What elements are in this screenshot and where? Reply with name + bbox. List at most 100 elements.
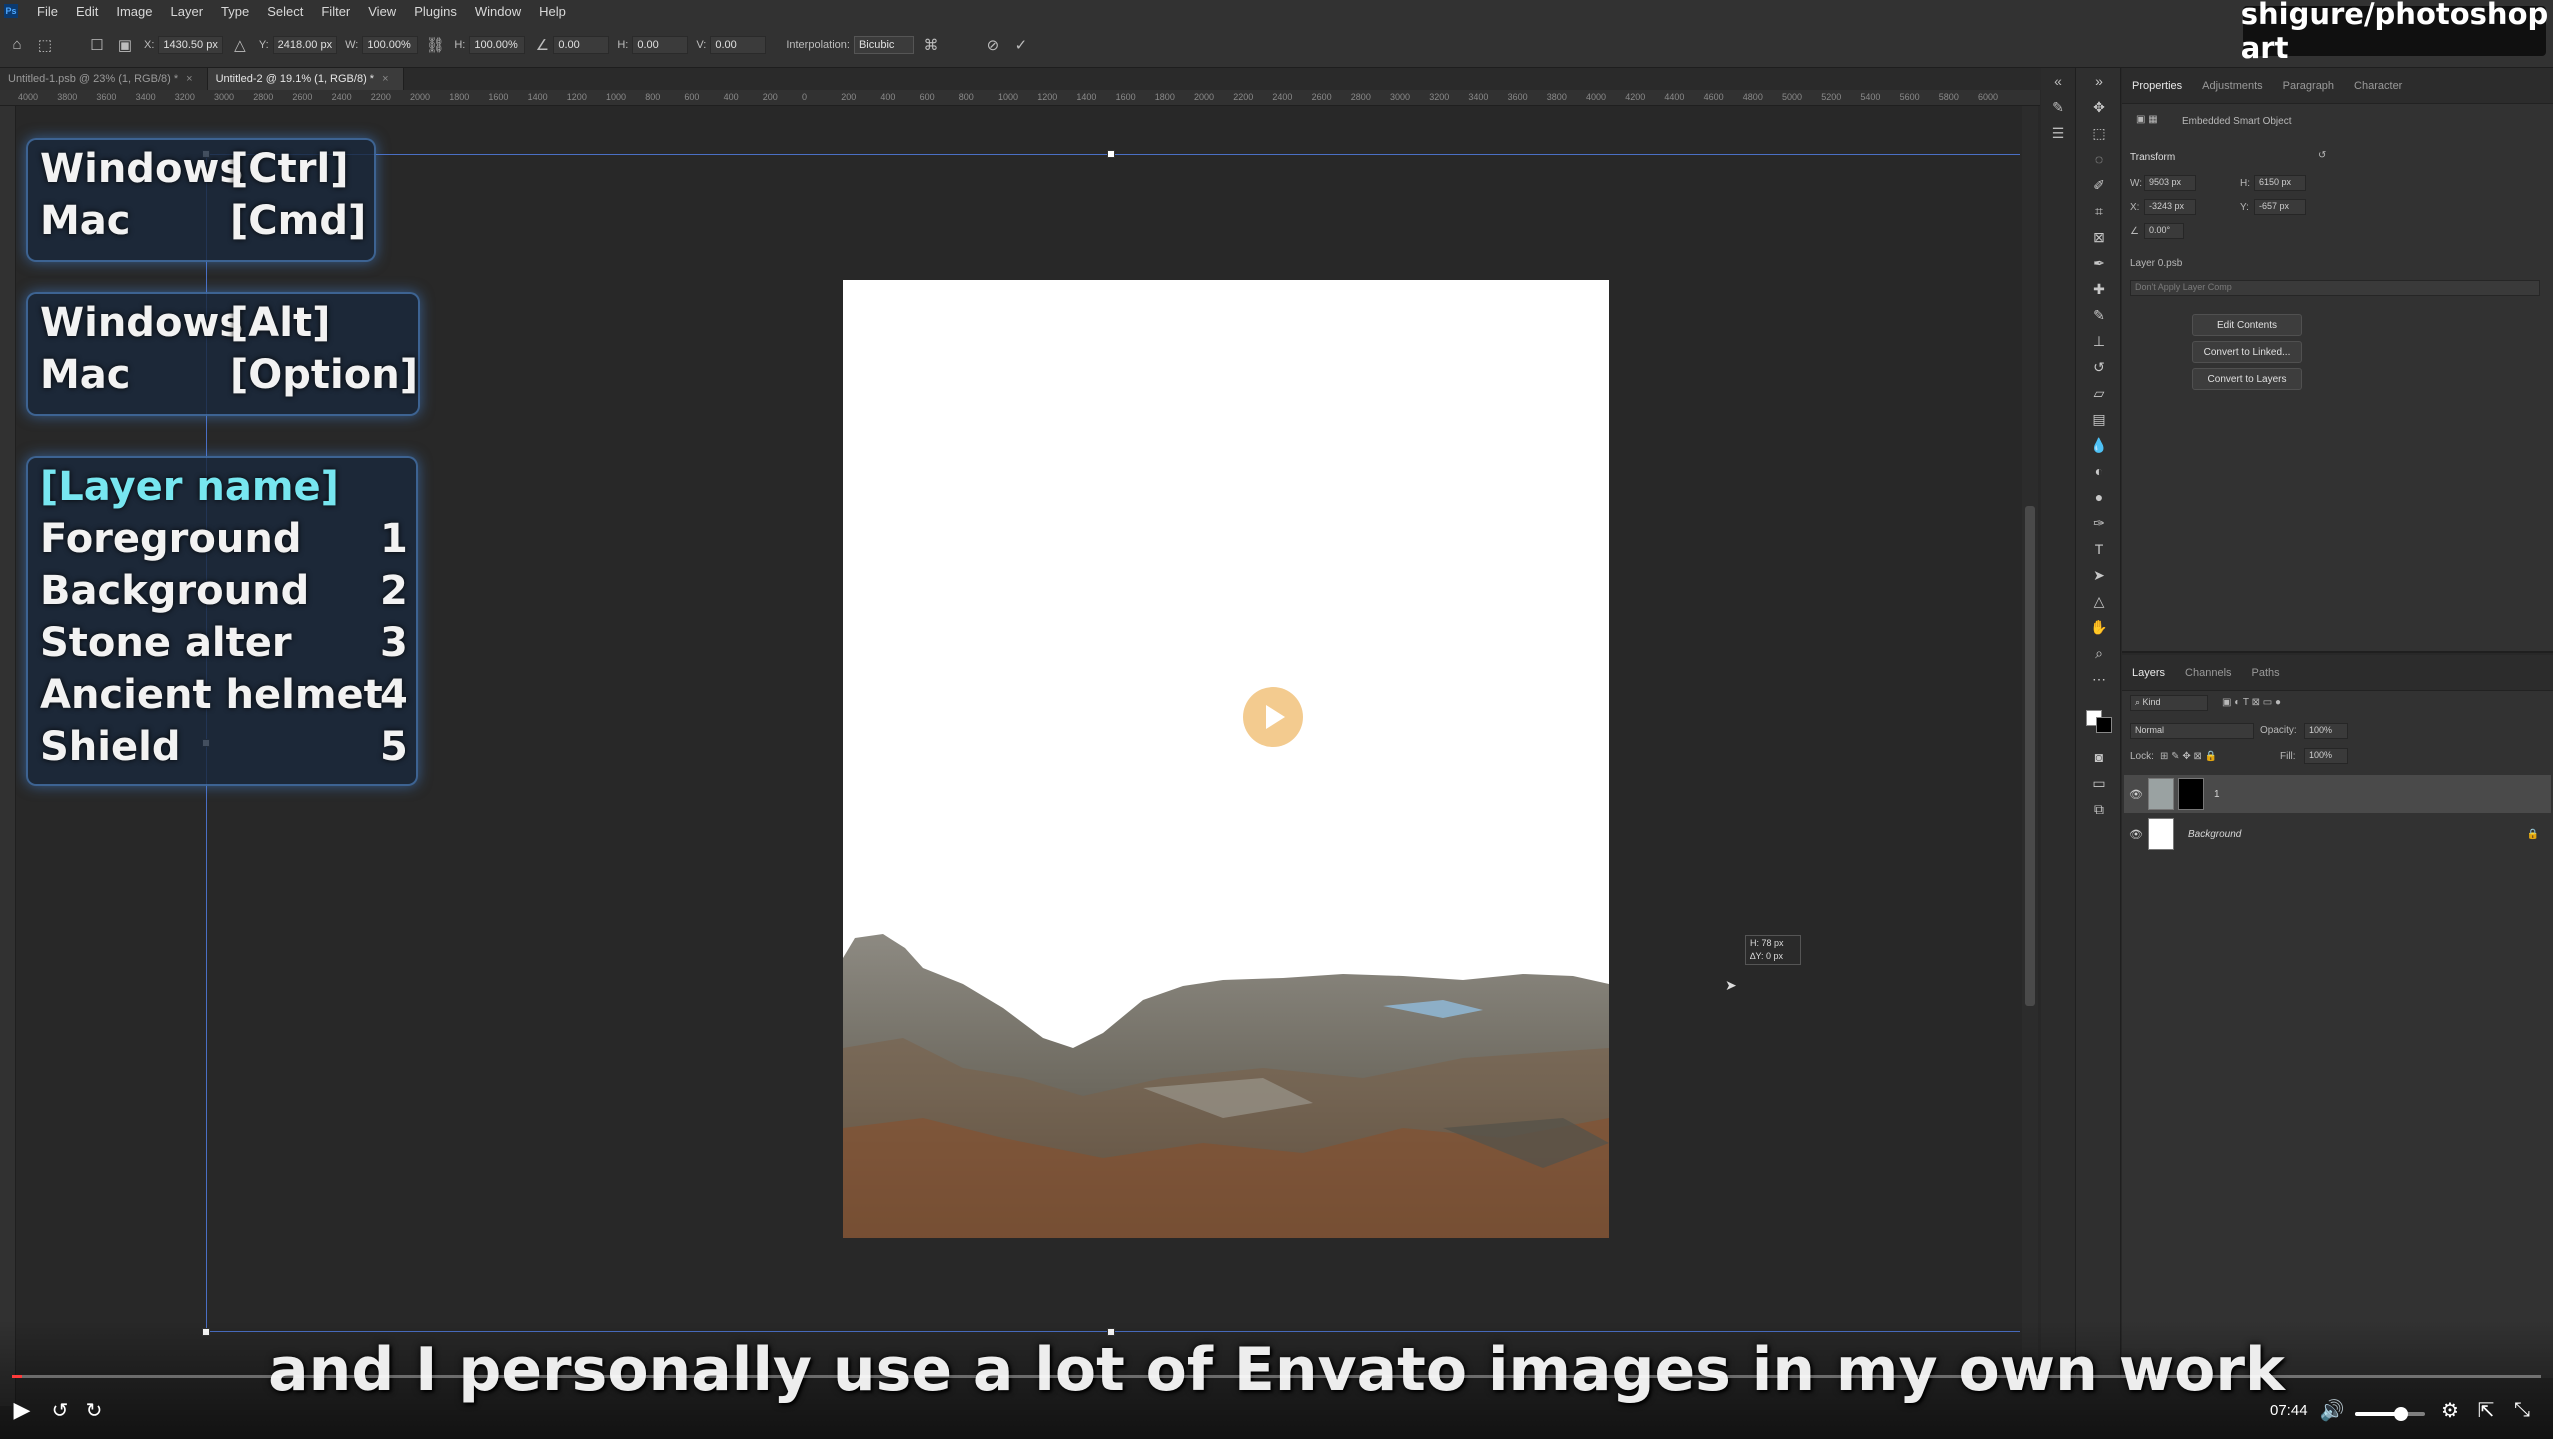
eraser-tool-icon[interactable]: ▱ <box>2076 380 2122 406</box>
fill-field[interactable]: 100% <box>2304 748 2348 764</box>
quick-select-tool-icon[interactable]: ✐ <box>2076 172 2122 198</box>
width-field[interactable]: 100.00% <box>362 35 419 54</box>
props-y-field[interactable]: -657 px <box>2254 199 2306 215</box>
reference-point-icon[interactable]: ▣ <box>114 34 136 56</box>
fullscreen-exit-icon[interactable]: ⤡ <box>2508 1396 2536 1424</box>
crop-tool-icon[interactable]: ⌗ <box>2076 198 2122 224</box>
close-icon[interactable]: × <box>382 73 388 85</box>
volume-icon[interactable]: 🔊 <box>2318 1396 2346 1424</box>
convert-to-layers-button[interactable]: Convert to Layers <box>2192 368 2302 390</box>
video-progress-bar[interactable] <box>12 1375 2541 1378</box>
angle-field[interactable]: 0.00 <box>553 35 610 54</box>
visibility-eye-icon[interactable]: 👁 <box>2124 788 2148 801</box>
blur-tool-icon[interactable]: 💧 <box>2076 432 2122 458</box>
scrollbar-thumb[interactable] <box>2025 506 2035 1006</box>
healing-brush-tool-icon[interactable]: ✚ <box>2076 276 2122 302</box>
commit-transform-icon[interactable]: ✓ <box>1010 34 1032 56</box>
hand-tool-icon[interactable]: ✋ <box>2076 614 2122 640</box>
screen-mode-icon[interactable]: ▭ <box>2076 770 2122 796</box>
tab-untitled-1[interactable]: Untitled-1.psb @ 23% (1, RGB/8) * × <box>0 68 208 90</box>
tab-properties[interactable]: Properties <box>2122 80 2192 92</box>
brush-tool-icon[interactable]: ✎ <box>2076 302 2122 328</box>
adjustments-icon[interactable]: ☰ <box>2041 120 2075 146</box>
history-brush-tool-icon[interactable]: ↺ <box>2076 354 2122 380</box>
type-tool-icon[interactable]: T <box>2076 536 2122 562</box>
layer-name[interactable]: 1 <box>2214 789 2220 800</box>
tab-paths[interactable]: Paths <box>2242 667 2290 679</box>
edit-contents-button[interactable]: Edit Contents <box>2192 314 2302 336</box>
close-icon[interactable]: × <box>186 73 192 85</box>
reference-point-toggle-icon[interactable]: ☐ <box>86 34 108 56</box>
artboard-icon[interactable]: ⧉ <box>2076 796 2122 822</box>
brush-settings-icon[interactable]: ✎ <box>2041 94 2075 120</box>
interpolation-select[interactable]: Bicubic <box>853 35 914 54</box>
layer-name[interactable]: Background <box>2188 829 2241 840</box>
layer-row-1[interactable]: 👁 1 <box>2124 775 2551 813</box>
zoom-tool-icon[interactable]: ⌕ <box>2076 640 2122 666</box>
more-tools-icon[interactable]: ⋯ <box>2076 666 2122 692</box>
reset-transform-icon[interactable]: ↺ <box>2318 150 2326 161</box>
blend-mode-select[interactable]: Normal <box>2130 723 2254 739</box>
canvas-vertical-scrollbar[interactable] <box>2022 106 2038 1376</box>
popout-icon[interactable]: ⇱ <box>2472 1396 2500 1424</box>
transform-bounding-box[interactable] <box>202 150 2020 1336</box>
horizontal-ruler[interactable]: 4000 3800 3600 3400 3200 3000 2800 2600 2400 2200… <box>0 90 2040 106</box>
convert-to-linked-button[interactable]: Convert to Linked... <box>2192 341 2302 363</box>
layer-filter-select[interactable]: ⌕ Kind <box>2130 695 2208 711</box>
opacity-field[interactable]: 100% <box>2304 723 2348 739</box>
volume-knob[interactable] <box>2393 1407 2408 1421</box>
menu-layer[interactable]: Layer <box>162 4 213 19</box>
cancel-transform-icon[interactable]: ⊘ <box>982 34 1004 56</box>
vskew-field[interactable]: 0.00 <box>710 35 767 54</box>
volume-slider[interactable] <box>2355 1407 2425 1421</box>
x-field[interactable]: 1430.50 px <box>158 35 223 54</box>
layer-mask-thumbnail[interactable] <box>2178 778 2204 810</box>
canvas-area[interactable]: H: 78 px ∆Y: 0 px ➤ Windows [Ctrl] Mac [… <box>16 106 2020 1376</box>
forward-10-icon[interactable]: ↻ <box>80 1396 108 1424</box>
menu-help[interactable]: Help <box>530 4 575 19</box>
menu-plugins[interactable]: Plugins <box>405 4 466 19</box>
vertical-ruler[interactable] <box>0 106 16 1406</box>
props-x-field[interactable]: -3243 px <box>2144 199 2196 215</box>
props-width-field[interactable]: 9503 px <box>2144 175 2196 191</box>
marquee-tool-icon[interactable]: ⬚ <box>2076 120 2122 146</box>
tab-adjustments[interactable]: Adjustments <box>2192 80 2273 92</box>
menu-type[interactable]: Type <box>212 4 258 19</box>
tab-untitled-2[interactable]: Untitled-2 @ 19.1% (1, RGB/8) * × <box>207 68 404 90</box>
props-height-field[interactable]: 6150 px <box>2254 175 2306 191</box>
clone-stamp-tool-icon[interactable]: ⊥ <box>2076 328 2122 354</box>
path-selection-tool-icon[interactable]: ➤ <box>2076 562 2122 588</box>
gradient-tool-icon[interactable]: ▤ <box>2076 406 2122 432</box>
home-icon[interactable]: ⌂ <box>6 34 28 56</box>
layer-comp-select[interactable]: Don't Apply Layer Comp <box>2130 280 2540 296</box>
props-angle-field[interactable]: 0.00° <box>2144 223 2184 239</box>
dodge-tool-icon[interactable]: ◐ <box>2076 458 2122 484</box>
rewind-10-icon[interactable]: ↺ <box>46 1396 74 1424</box>
tab-channels[interactable]: Channels <box>2175 667 2241 679</box>
foreground-background-color-icon[interactable] <box>2076 692 2122 744</box>
menu-view[interactable]: View <box>359 4 405 19</box>
layer-row-background[interactable]: 👁 Background 🔒 <box>2124 815 2551 853</box>
lock-icons[interactable]: ⊞ ✎ ✥ ⊠ 🔒 <box>2160 751 2217 762</box>
transform-handle-top[interactable] <box>1107 150 1115 158</box>
warp-icon[interactable]: ⌘ <box>920 34 942 56</box>
y-field[interactable]: 2418.00 px <box>272 35 338 54</box>
menu-filter[interactable]: Filter <box>312 4 359 19</box>
shape-tool-icon[interactable]: △ <box>2076 588 2122 614</box>
quick-mask-icon[interactable]: ◙ <box>2076 744 2122 770</box>
menu-image[interactable]: Image <box>107 4 161 19</box>
tab-character[interactable]: Character <box>2344 80 2412 92</box>
hskew-field[interactable]: 0.00 <box>632 35 689 54</box>
collapse-arrows-icon[interactable]: » <box>2076 68 2122 94</box>
tab-paragraph[interactable]: Paragraph <box>2273 80 2344 92</box>
collapse-arrows-icon[interactable]: « <box>2041 68 2075 94</box>
relative-position-icon[interactable]: △ <box>229 34 251 56</box>
settings-gear-icon[interactable]: ⚙ <box>2436 1396 2464 1424</box>
pen-tool-icon[interactable]: ✑ <box>2076 510 2122 536</box>
menu-file[interactable]: File <box>28 4 67 19</box>
transform-tool-icon[interactable]: ⬚ <box>34 34 56 56</box>
menu-select[interactable]: Select <box>258 4 312 19</box>
eyedropper-tool-icon[interactable]: ✒ <box>2076 250 2122 276</box>
menu-edit[interactable]: Edit <box>67 4 107 19</box>
play-button-overlay[interactable] <box>1243 687 1303 747</box>
